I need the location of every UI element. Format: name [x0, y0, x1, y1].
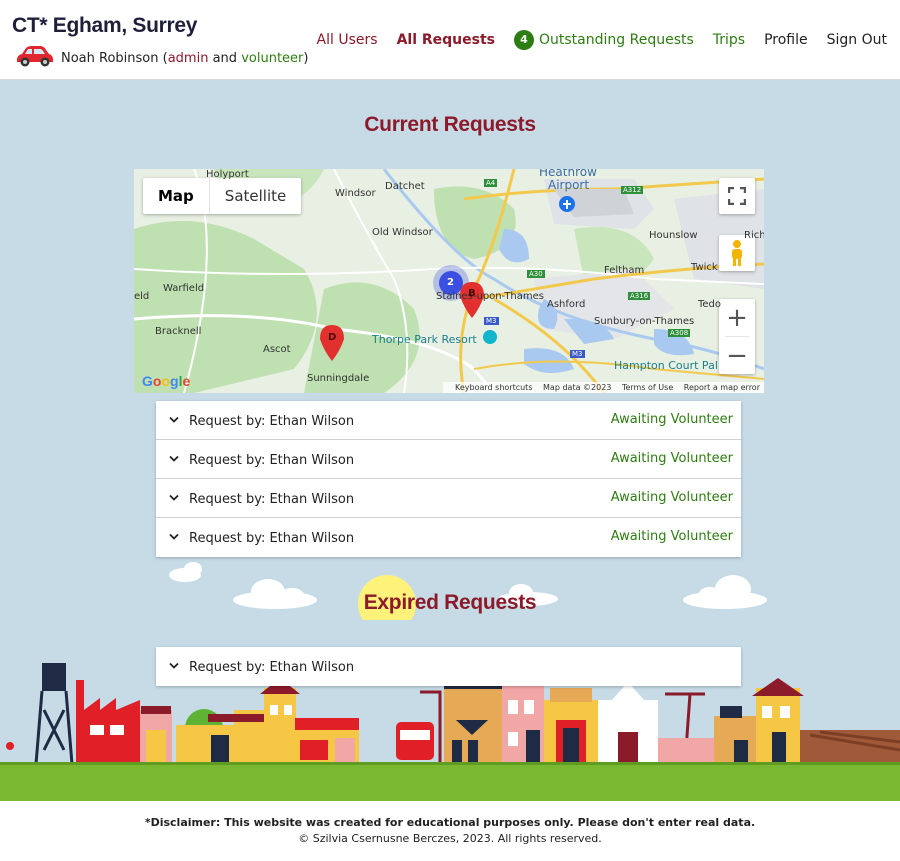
- footer: *Disclaimer: This website was created fo…: [0, 801, 900, 861]
- map-data-text: Map data ©2023: [543, 383, 612, 392]
- request-row[interactable]: Request by: Ethan Wilson: [156, 647, 741, 686]
- minus-icon: −: [726, 340, 748, 371]
- road-shield: A30: [527, 270, 545, 278]
- nav-outstanding-label: Outstanding Requests: [539, 32, 694, 48]
- map-label: Tedo: [698, 299, 722, 310]
- map-label: Rich: [744, 230, 764, 241]
- cluster-marker[interactable]: 2: [447, 277, 454, 288]
- request-row[interactable]: Request by: Ethan Wilson Awaiting Volunt…: [156, 401, 741, 440]
- nav-outstanding-requests[interactable]: 4 Outstanding Requests: [514, 30, 694, 50]
- map-label: Ascot: [263, 344, 291, 355]
- request-by: Request by: Ethan Wilson: [189, 531, 355, 546]
- request-status: Awaiting Volunteer: [610, 412, 733, 427]
- copyright-text: © Szilvia Csernusne Berczes, 2023. All r…: [298, 832, 602, 845]
- road-shield: M3: [570, 350, 585, 358]
- request-status: Awaiting Volunteer: [610, 529, 733, 544]
- report-error-link[interactable]: Report a map error: [684, 383, 760, 392]
- fullscreen-icon: [728, 187, 746, 205]
- outstanding-count-badge: 4: [514, 30, 534, 50]
- map-label: Airport: [548, 178, 590, 192]
- map-label: Sunningdale: [307, 373, 370, 384]
- request-by: Request by: Ethan Wilson: [189, 414, 355, 429]
- expired-requests-list: Request by: Ethan Wilson: [156, 647, 741, 686]
- road-shield: A312: [621, 186, 644, 194]
- role-admin: admin: [167, 51, 209, 66]
- role-and: and: [212, 51, 238, 66]
- map-label: Sunbury-on-Thames: [594, 316, 695, 327]
- user-info: Noah Robinson (admin and volunteer): [61, 51, 308, 66]
- current-requests-title: Current Requests: [364, 113, 536, 136]
- map-label: Warfield: [163, 283, 205, 294]
- chevron-down-icon: [169, 533, 179, 540]
- terms-link[interactable]: Terms of Use: [622, 383, 673, 392]
- marker-d[interactable]: D: [328, 332, 336, 343]
- request-status: Awaiting Volunteer: [610, 451, 733, 466]
- top-header: CT* Egham, Surrey Noah Robinson (admin a…: [0, 0, 900, 80]
- nav-sign-out[interactable]: Sign Out: [827, 32, 887, 48]
- map-label: Hounslow: [649, 230, 698, 241]
- nav-profile[interactable]: Profile: [764, 32, 808, 48]
- site-brand[interactable]: CT* Egham, Surrey: [12, 14, 197, 38]
- keyboard-shortcuts-link[interactable]: Keyboard shortcuts: [455, 383, 532, 392]
- chevron-down-icon: [169, 494, 179, 501]
- request-row[interactable]: Request by: Ethan Wilson Awaiting Volunt…: [156, 518, 741, 557]
- nav-all-users[interactable]: All Users: [317, 32, 378, 48]
- request-row[interactable]: Request by: Ethan Wilson Awaiting Volunt…: [156, 440, 741, 479]
- map-type-map-button[interactable]: Map: [143, 178, 210, 214]
- request-by: Request by: Ethan Wilson: [189, 660, 355, 675]
- role-volunteer: volunteer: [241, 51, 304, 66]
- zoom-in-button[interactable]: +: [719, 299, 755, 336]
- road-shield: A4: [484, 179, 498, 187]
- requests-map[interactable]: Map Satellite + − Holyport Windsor Datch…: [134, 169, 764, 393]
- road-shield: M3: [484, 317, 499, 325]
- map-label: Windsor: [335, 188, 376, 199]
- fullscreen-button[interactable]: [719, 178, 755, 214]
- nav-all-requests[interactable]: All Requests: [397, 32, 495, 48]
- request-by: Request by: Ethan Wilson: [189, 492, 355, 507]
- road-shield: A316: [628, 292, 651, 300]
- map-label: Holyport: [206, 169, 249, 180]
- google-logo: Google: [142, 373, 191, 389]
- map-label: Hampton Court Pal: [614, 359, 718, 372]
- map-label: Datchet: [385, 181, 425, 192]
- nav-trips[interactable]: Trips: [713, 32, 745, 48]
- map-label: Twick: [691, 262, 718, 273]
- map-label: Feltham: [604, 265, 645, 276]
- map-label: eld: [134, 291, 150, 302]
- map-label: Ashford: [547, 299, 586, 310]
- paren-close: ): [303, 51, 309, 66]
- request-by: Request by: Ethan Wilson: [189, 453, 355, 468]
- map-attribution: Keyboard shortcuts Map data ©2023 Terms …: [443, 382, 764, 393]
- user-name: Noah Robinson: [61, 51, 159, 66]
- pegman-icon: [732, 240, 742, 266]
- zoom-out-button[interactable]: −: [719, 337, 755, 374]
- map-label: Thorpe Park Resort: [372, 333, 477, 346]
- map-label: Staines-upon-Thames: [436, 291, 544, 302]
- plus-icon: +: [726, 302, 748, 333]
- road-shield: A308: [668, 329, 691, 337]
- request-status: Awaiting Volunteer: [610, 490, 733, 505]
- chevron-down-icon: [169, 455, 179, 462]
- chevron-down-icon: [169, 416, 179, 423]
- request-row[interactable]: Request by: Ethan Wilson Awaiting Volunt…: [156, 479, 741, 518]
- current-requests-list: Request by: Ethan Wilson Awaiting Volunt…: [156, 401, 741, 557]
- car-icon: [17, 46, 53, 67]
- map-label: Old Windsor: [372, 227, 433, 238]
- zoom-control: + −: [719, 299, 755, 374]
- main-nav: All Users All Requests 4 Outstanding Req…: [298, 30, 887, 50]
- chevron-down-icon: [169, 662, 179, 669]
- map-type-control: Map Satellite: [143, 178, 302, 214]
- map-type-satellite-button[interactable]: Satellite: [210, 178, 301, 214]
- map-label: Bracknell: [155, 326, 202, 337]
- disclaimer-text: *Disclaimer: This website was created fo…: [144, 816, 756, 829]
- marker-b[interactable]: B: [468, 288, 476, 299]
